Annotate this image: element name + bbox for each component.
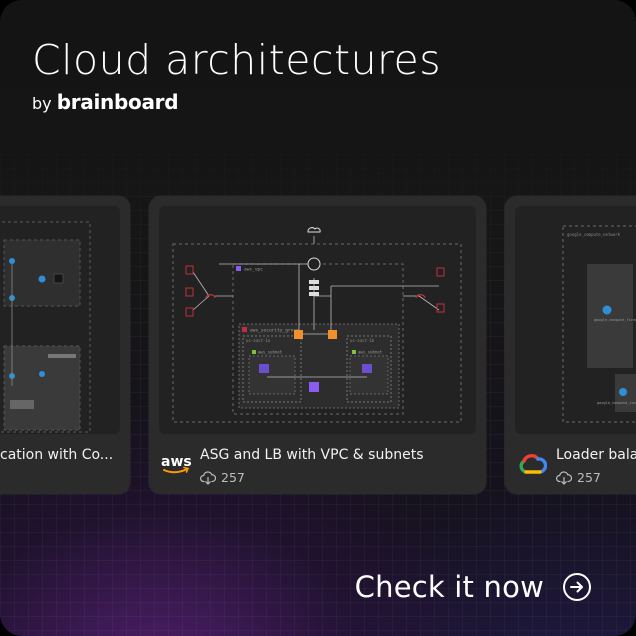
architecture-preview-asg-lb: aws_vpc aws_security_group us-east-1a us… <box>159 206 476 434</box>
byline-by: by <box>32 94 52 113</box>
page-title: Cloud architectures <box>32 36 442 84</box>
byline: by brainboard <box>32 90 179 114</box>
banner: Cloud architectures by brainboard cation… <box>0 0 636 636</box>
architecture-preview-loader-balancer: google_compute_network google_compute_fi… <box>515 206 636 434</box>
card-title-loader-balancer[interactable]: Loader bala <box>556 447 636 463</box>
architecture-preview-left <box>0 206 120 434</box>
cta-label: Check it now <box>354 570 544 604</box>
cloud-download-icon <box>200 470 216 485</box>
card-title-asg-lb[interactable]: ASG and LB with VPC & subnets <box>200 447 424 463</box>
aws-logo-icon: aws <box>161 454 192 474</box>
gcp-network-label: google_compute_network <box>567 232 621 237</box>
cloud-download-icon <box>556 470 572 485</box>
check-it-now-button[interactable]: Check it now <box>355 570 592 604</box>
gcp-firewall-label: google_compute_firewall <box>594 318 636 322</box>
download-count-loader-balancer: 257 <box>556 470 601 485</box>
download-count: 257 <box>221 470 245 485</box>
az-b-label: us-east-1b <box>350 338 375 343</box>
download-count-asg-lb: 257 <box>200 470 245 485</box>
az-a-label: us-east-1a <box>246 338 271 343</box>
sg-label: aws_security_group <box>250 328 299 334</box>
subnet-label-b: aws_subnet <box>358 350 383 355</box>
subnet-label-a: aws_subnet <box>258 350 283 355</box>
vpc-label: aws_vpc <box>244 268 263 273</box>
gcp-instance-label: google_compute_instance <box>597 401 636 405</box>
download-count: 257 <box>577 470 601 485</box>
card-title-left[interactable]: cation with Co... <box>0 447 113 463</box>
arrow-right-circle-icon <box>563 573 591 601</box>
google-cloud-logo-icon <box>519 454 547 474</box>
brand-name: brainboard <box>56 90 179 114</box>
